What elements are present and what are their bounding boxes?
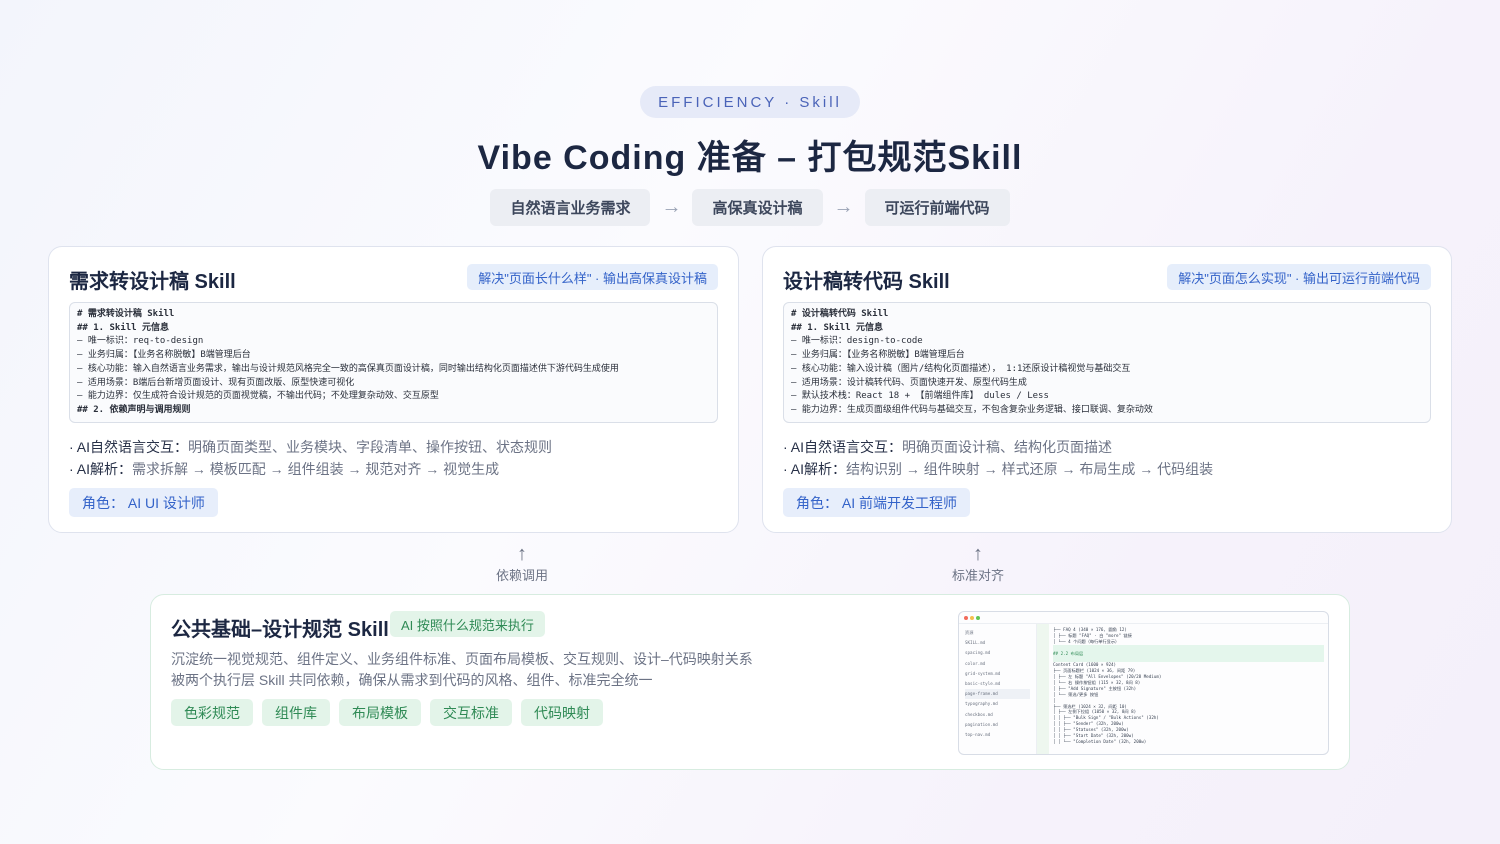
code-line: ## 1. Skill 元信息 bbox=[791, 322, 884, 333]
explorer-title: 资源 bbox=[965, 630, 974, 635]
editor-code-area: ├── FAQ 4 (340 × 176, 圆角 12) │ ├── 标题 "F… bbox=[1037, 624, 1328, 754]
card-badge: 解决"页面怎么实现" · 输出可运行前端代码 bbox=[1167, 264, 1431, 290]
role-badge: 角色： AI UI 设计师 bbox=[69, 488, 218, 517]
code-line: – 业务归属：【业务名称脱敏】B端管理后台 bbox=[791, 350, 965, 361]
code-line: – 适用场景：设计稿转代码、页面快速开发、原型代码生成 bbox=[791, 377, 1027, 388]
page-title: Vibe Coding 准备 – 打包规范Skill bbox=[477, 139, 1023, 177]
file-item: pagination.md bbox=[965, 721, 998, 727]
card-title: 需求转设计稿 Skill bbox=[69, 271, 236, 293]
card-description: 沉淀统一视觉规范、组件定义、业务组件标准、页面布局模板、交互规则、设计–代码映射… bbox=[171, 651, 753, 667]
code-line: – 能力边界：仅生成符合设计规范的页面视觉稿，不输出代码；不处理复杂动效、交互原… bbox=[77, 391, 439, 402]
flow-step-design: 高保真设计稿 bbox=[692, 189, 823, 226]
code-line: # 需求转设计稿 Skill bbox=[77, 309, 175, 319]
dependency-right: ↑ 标准对齐 bbox=[918, 543, 1038, 584]
code-line: – 默认技术栈：React 18 + 【前端组件库】 dules / Less bbox=[791, 391, 1049, 402]
flow-step-requirement: 自然语言业务需求 bbox=[490, 189, 651, 226]
editor-code: ├── FAQ 4 (340 × 176, 圆角 12) │ ├── 标题 "F… bbox=[1053, 627, 1324, 745]
skill-code-preview: # 设计稿转代码 Skill ## 1. Skill 元信息 – 唯一标识：de… bbox=[783, 302, 1431, 423]
dependency-left: ↑ 依赖调用 bbox=[462, 543, 582, 584]
flow-step-code: 可运行前端代码 bbox=[864, 189, 1010, 226]
chip-color: 色彩规范 bbox=[171, 699, 253, 726]
arrow-up-icon: ↑ bbox=[973, 543, 983, 565]
file-item: grid-system.md bbox=[965, 670, 1001, 676]
card-title: 设计稿转代码 Skill bbox=[783, 271, 950, 293]
close-dot-icon bbox=[964, 616, 968, 620]
card-badge: 解决"页面长什么样" · 输出高保真设计稿 bbox=[467, 264, 718, 290]
role-badge: 角色： AI 前端开发工程师 bbox=[783, 488, 971, 517]
req-to-design-card: 需求转设计稿 Skill 解决"页面长什么样" · 输出高保真设计稿 # 需求转… bbox=[48, 246, 739, 533]
code-line: # 设计稿转代码 Skill bbox=[791, 309, 889, 319]
code-line: – 核心功能：输入自然语言业务需求，输出与设计规范风格完全一致的高保真页面设计稿… bbox=[77, 363, 619, 374]
chip-code-mapping: 代码映射 bbox=[521, 699, 603, 726]
design-to-code-card: 设计稿转代码 Skill 解决"页面怎么实现" · 输出可运行前端代码 # 设计… bbox=[762, 246, 1452, 533]
dependency-label: 依赖调用 bbox=[495, 568, 548, 583]
code-line: – 核心功能：输入设计稿（图片/结构化页面描述）， 1:1还原设计稿视觉与基础交… bbox=[791, 363, 1131, 374]
code-line: – 业务归属：【业务名称脱敏】B端管理后台 bbox=[77, 350, 251, 361]
file-item-selected: page-frame.md bbox=[965, 689, 1030, 700]
code-line: – 能力边界：生成页面级组件代码与基础交互，不包含复杂业务逻辑、接口联调、复杂动… bbox=[791, 404, 1153, 415]
bullet-key: · AI自然语言交互： bbox=[783, 439, 903, 455]
workflow-steps: 自然语言业务需求 → 高保真设计稿 → 可运行前端代码 bbox=[0, 189, 1500, 226]
bullet-parsing: · AI解析：需求拆解 → 模板匹配 → 组件组装 → 规范对齐 → 视觉生成 bbox=[69, 459, 499, 479]
code-line: – 唯一标识：req-to-design bbox=[77, 336, 204, 347]
dependency-label: 标准对齐 bbox=[951, 568, 1004, 583]
file-item: SKILL.md bbox=[965, 640, 986, 646]
bullet-text: 需求拆解 → 模板匹配 → 组件组装 → 规范对齐 → 视觉生成 bbox=[132, 461, 500, 477]
card-badge: AI 按照什么规范来执行 bbox=[390, 611, 545, 637]
card-description: 被两个执行层 Skill 共同依赖，确保从需求到代码的风格、组件、标准完全统一 bbox=[171, 672, 653, 688]
bullet-interaction: · AI自然语言交互：明确页面设计稿、结构化页面描述 bbox=[783, 437, 1112, 457]
bullet-text: 明确页面设计稿、结构化页面描述 bbox=[902, 439, 1113, 455]
file-item: top-nav.md bbox=[965, 731, 991, 737]
bullet-key: · AI解析： bbox=[783, 461, 847, 477]
bullet-parsing: · AI解析：结构识别 → 组件映射 → 样式还原 → 布局生成 → 代码组装 bbox=[783, 459, 1213, 479]
arrow-right-icon: → bbox=[833, 196, 854, 218]
code-line: ## 2. 依赖声明与调用规则 bbox=[77, 404, 191, 415]
editor-screenshot: 资源 SKILL.md spacing.md color.md grid-sys… bbox=[958, 611, 1329, 755]
file-explorer: 资源 SKILL.md spacing.md color.md grid-sys… bbox=[959, 624, 1037, 754]
arrow-up-icon: ↑ bbox=[517, 543, 527, 565]
file-item: spacing.md bbox=[965, 650, 991, 656]
file-item: basic-style.md bbox=[965, 680, 1001, 686]
bullet-key: · AI自然语言交互： bbox=[69, 439, 189, 455]
code-line: ## 1. Skill 元信息 bbox=[77, 322, 170, 333]
bullet-interaction: · AI自然语言交互：明确页面类型、业务模块、字段清单、操作按钮、状态规则 bbox=[69, 437, 552, 457]
design-spec-card: 公共基础–设计规范 Skill AI 按照什么规范来执行 沉淀统一视觉规范、组件… bbox=[150, 594, 1350, 770]
chip-components: 组件库 bbox=[262, 699, 330, 726]
minimize-dot-icon bbox=[970, 616, 974, 620]
bullet-text: 结构识别 → 组件映射 → 样式还原 → 布局生成 → 代码组装 bbox=[846, 461, 1214, 477]
editor-gutter bbox=[1037, 624, 1049, 754]
chip-interaction: 交互标准 bbox=[430, 699, 512, 726]
file-item: typography.md bbox=[965, 701, 998, 707]
editor-line: │ │ └── "Completion Date" (32h, 200w) bbox=[1053, 738, 1147, 744]
card-title: 公共基础–设计规范 Skill bbox=[171, 619, 389, 641]
arrow-right-icon: → bbox=[661, 196, 682, 218]
file-item: checkbox.md bbox=[965, 711, 993, 717]
code-line: – 唯一标识：design-to-code bbox=[791, 336, 923, 347]
chip-layout: 布局模板 bbox=[339, 699, 421, 726]
maximize-dot-icon bbox=[976, 616, 980, 620]
skill-code-preview: # 需求转设计稿 Skill ## 1. Skill 元信息 – 唯一标识：re… bbox=[69, 302, 718, 423]
bullet-text: 明确页面类型、业务模块、字段清单、操作按钮、状态规则 bbox=[188, 439, 553, 455]
editor-titlebar bbox=[959, 612, 1328, 624]
code-line: – 适用场景：B端后台新增页面设计、现有页面改版、原型快速可视化 bbox=[77, 377, 355, 388]
bullet-key: · AI解析： bbox=[69, 461, 133, 477]
section-tag: EFFICIENCY · Skill bbox=[640, 86, 860, 118]
spec-chips: 色彩规范 组件库 布局模板 交互标准 代码映射 bbox=[171, 699, 603, 726]
file-item: color.md bbox=[965, 660, 986, 666]
